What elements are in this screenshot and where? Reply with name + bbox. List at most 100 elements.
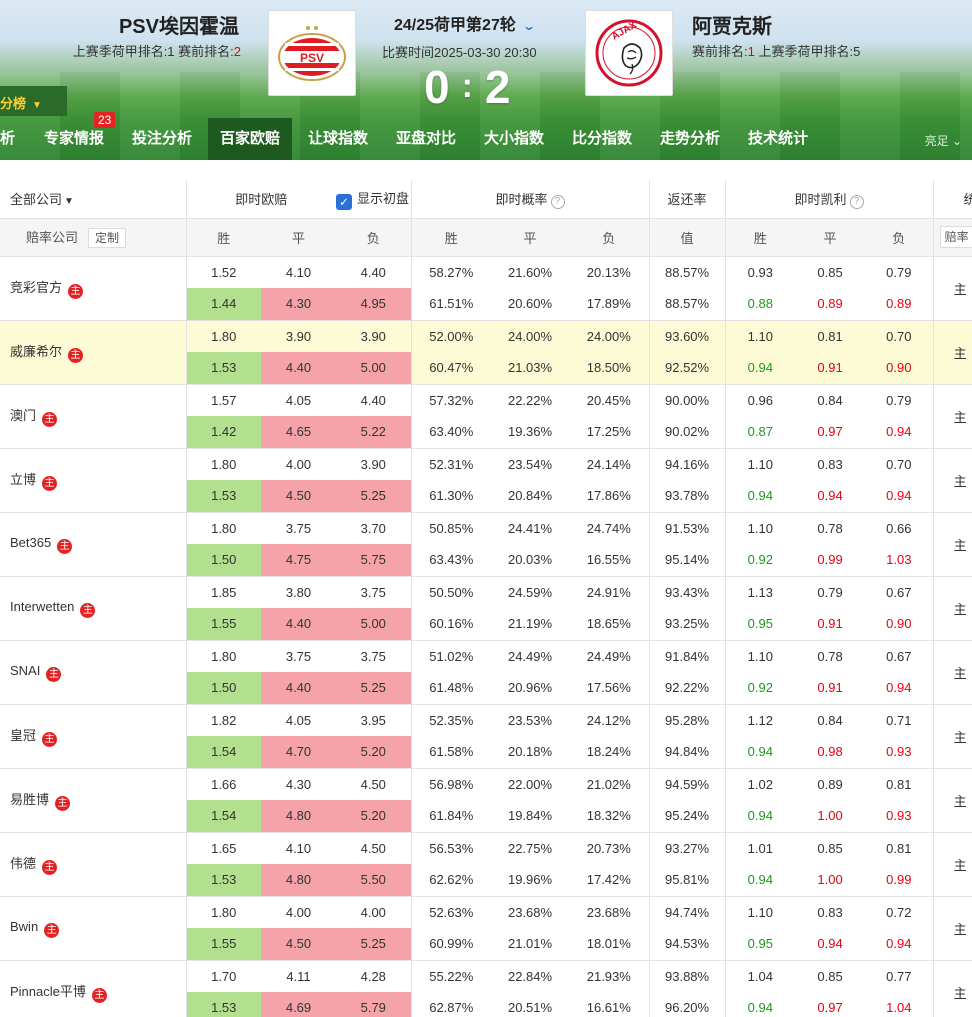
company-name[interactable]: 伟德主 — [0, 832, 186, 897]
odds-loss-cell[interactable]: 5.20 — [336, 736, 412, 769]
odds-loss-cell[interactable]: 5.20 — [336, 800, 412, 833]
home-side-cell[interactable]: 主 — [932, 896, 972, 961]
company-name[interactable]: Interwetten 主 — [0, 576, 186, 641]
home-side-cell[interactable]: 主 — [932, 832, 972, 897]
odds-win-cell[interactable]: 1.55 — [185, 928, 261, 961]
odds-loss-cell[interactable]: 3.90 — [336, 320, 412, 352]
odds-draw-cell[interactable]: 4.80 — [261, 864, 337, 897]
odds-win-cell[interactable]: 1.80 — [185, 896, 261, 928]
help-icon[interactable]: ? — [849, 194, 864, 209]
checkbox-checked-icon[interactable]: ✓ — [336, 193, 353, 210]
odds-win-cell[interactable]: 1.50 — [185, 544, 261, 577]
nav-over-under[interactable]: 大小指数 — [484, 118, 544, 160]
odds-draw-cell[interactable]: 4.65 — [261, 416, 337, 449]
odds-win-cell[interactable]: 1.70 — [185, 960, 261, 992]
custom-button[interactable]: 定制 — [88, 227, 127, 248]
odds-draw-cell[interactable]: 4.00 — [261, 896, 336, 928]
company-name[interactable]: 威廉希尔主 — [0, 320, 186, 385]
odds-loss-cell[interactable]: 5.00 — [336, 352, 412, 385]
home-side-cell[interactable]: 主 — [932, 704, 972, 769]
odds-draw-cell[interactable]: 4.30 — [261, 768, 336, 800]
odds-draw-cell[interactable]: 4.75 — [261, 544, 337, 577]
company-name[interactable]: 易胜博主 — [0, 768, 186, 833]
home-side-cell[interactable]: 主 — [932, 640, 972, 705]
odds-draw-cell[interactable]: 4.00 — [261, 448, 336, 480]
company-name[interactable]: 澳门主 — [0, 384, 186, 449]
all-companies-filter[interactable]: 全部公司 ▼ — [0, 180, 186, 219]
odds-loss-cell[interactable]: 4.00 — [336, 896, 411, 928]
odds-loss-cell[interactable]: 3.70 — [336, 512, 411, 544]
nav-asian-compare[interactable]: 亚盘对比 — [396, 118, 456, 160]
odds-win-cell[interactable]: 1.80 — [185, 512, 261, 544]
company-name[interactable]: 皇冠主 — [0, 704, 186, 769]
odds-draw-cell[interactable]: 4.05 — [261, 384, 336, 416]
odds-loss-cell[interactable]: 4.95 — [336, 288, 412, 321]
theme-selector[interactable]: 亮足 ⌄ — [925, 132, 962, 149]
company-name[interactable]: 立博主 — [0, 448, 186, 513]
home-team-name[interactable]: PSV埃因霍温 — [119, 10, 239, 39]
odds-win-cell[interactable]: 1.42 — [185, 416, 261, 449]
odds-draw-cell[interactable]: 4.10 — [261, 256, 336, 288]
away-team-name[interactable]: 阿贾克斯 — [692, 10, 772, 39]
odds-win-cell[interactable]: 1.53 — [185, 480, 261, 513]
odds-draw-cell[interactable]: 4.50 — [261, 480, 337, 513]
nav-euro-odds[interactable]: 百家欧赔 — [208, 118, 293, 160]
odds-win-cell[interactable]: 1.54 — [185, 736, 261, 769]
odds-draw-cell[interactable]: 4.10 — [261, 832, 336, 864]
away-team-logo[interactable]: AJAX — [585, 10, 673, 96]
odds-button[interactable]: 赔率 — [939, 226, 972, 248]
odds-win-cell[interactable]: 1.55 — [185, 608, 261, 641]
odds-loss-cell[interactable]: 3.95 — [336, 704, 411, 736]
company-name[interactable]: Bet365 主 — [0, 512, 186, 577]
odds-win-cell[interactable]: 1.53 — [185, 864, 261, 897]
odds-draw-cell[interactable]: 4.69 — [261, 992, 337, 1017]
odds-win-cell[interactable]: 1.44 — [185, 288, 261, 321]
home-side-cell[interactable]: 主 — [932, 320, 972, 385]
odds-loss-cell[interactable]: 4.50 — [336, 832, 411, 864]
odds-draw-cell[interactable]: 4.30 — [261, 288, 337, 321]
home-side-cell[interactable]: 主 — [932, 256, 972, 321]
company-name[interactable]: Bwin 主 — [0, 896, 186, 961]
odds-draw-cell[interactable]: 3.75 — [261, 512, 336, 544]
odds-loss-cell[interactable]: 5.00 — [336, 608, 412, 641]
company-name[interactable]: Pinnacle平博主 — [0, 960, 186, 1017]
nav-score-index[interactable]: 比分指数 — [572, 118, 632, 160]
odds-win-cell[interactable]: 1.80 — [185, 448, 261, 480]
odds-win-cell[interactable]: 1.85 — [185, 576, 261, 608]
odds-win-cell[interactable]: 1.66 — [185, 768, 261, 800]
odds-loss-cell[interactable]: 3.75 — [336, 640, 411, 672]
odds-loss-cell[interactable]: 5.25 — [336, 928, 412, 961]
odds-draw-cell[interactable]: 4.05 — [261, 704, 336, 736]
company-name[interactable]: SNAI 主 — [0, 640, 186, 705]
odds-draw-cell[interactable]: 4.50 — [261, 928, 337, 961]
nav-trend-analysis[interactable]: 走势分析 — [660, 118, 720, 160]
odds-win-cell[interactable]: 1.52 — [185, 256, 261, 288]
home-team-logo[interactable]: PSV — [268, 10, 356, 96]
odds-loss-cell[interactable]: 4.28 — [336, 960, 411, 992]
odds-draw-cell[interactable]: 3.80 — [261, 576, 336, 608]
home-side-cell[interactable]: 主 — [932, 960, 972, 1017]
odds-win-cell[interactable]: 1.57 — [185, 384, 261, 416]
odds-win-cell[interactable]: 1.53 — [185, 352, 261, 385]
nav-betting-analysis[interactable]: 投注分析 — [132, 118, 192, 160]
odds-draw-cell[interactable]: 3.75 — [261, 640, 336, 672]
odds-loss-cell[interactable]: 4.50 — [336, 768, 411, 800]
odds-win-cell[interactable]: 1.53 — [185, 992, 261, 1017]
odds-draw-cell[interactable]: 4.40 — [261, 672, 337, 705]
odds-loss-cell[interactable]: 3.90 — [336, 448, 411, 480]
help-icon[interactable]: ? — [550, 194, 565, 209]
odds-win-cell[interactable]: 1.82 — [185, 704, 261, 736]
company-name[interactable]: 竞彩官方主 — [0, 256, 186, 321]
odds-loss-cell[interactable]: 5.25 — [336, 672, 412, 705]
show-initial-toggle[interactable]: ✓ 显示初盘 — [336, 180, 412, 219]
odds-loss-cell[interactable]: 5.79 — [336, 992, 412, 1017]
odds-loss-cell[interactable]: 5.75 — [336, 544, 412, 577]
odds-loss-cell[interactable]: 5.25 — [336, 480, 412, 513]
odds-draw-cell[interactable]: 3.90 — [261, 320, 337, 352]
odds-win-cell[interactable]: 1.65 — [185, 832, 261, 864]
odds-win-cell[interactable]: 1.80 — [185, 320, 261, 352]
odds-loss-cell[interactable]: 4.40 — [336, 256, 411, 288]
home-side-cell[interactable]: 主 — [932, 576, 972, 641]
odds-loss-cell[interactable]: 4.40 — [336, 384, 411, 416]
odds-win-cell[interactable]: 1.80 — [185, 640, 261, 672]
